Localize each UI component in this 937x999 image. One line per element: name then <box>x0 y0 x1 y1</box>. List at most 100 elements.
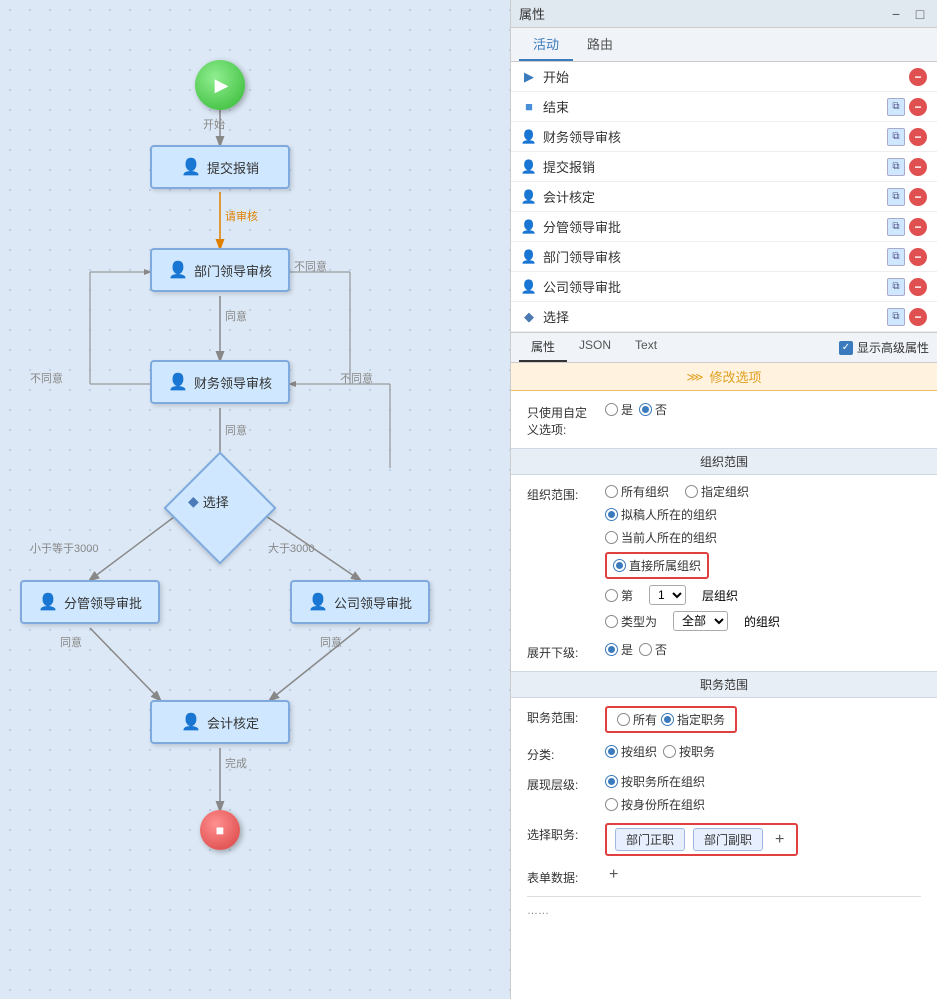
delete-finance-review-button[interactable]: − <box>909 128 927 146</box>
draft-org-radio[interactable] <box>605 508 618 521</box>
copy-dept-review-button[interactable]: ⧉ <box>887 248 905 266</box>
finance-review-icon: 👤 <box>168 372 188 392</box>
expand-no-option[interactable]: 否 <box>639 641 667 658</box>
level-suffix: 层组织 <box>702 587 738 604</box>
agree-label-2: 同意 <box>225 422 247 438</box>
bottom-area: …… <box>527 896 921 925</box>
show-advanced-checkbox[interactable]: ✓ <box>839 341 853 355</box>
category-by-job-option[interactable]: 按职务 <box>663 743 715 760</box>
copy-company-approve-button[interactable]: ⧉ <box>887 278 905 296</box>
custom-options-controls: 是 否 <box>605 401 667 418</box>
all-org-radio[interactable] <box>605 485 618 498</box>
company-approve-node[interactable]: 👤 公司领导审批 <box>290 580 430 624</box>
job-tag-dept-deputy[interactable]: 部门副职 <box>693 828 763 851</box>
display-by-job-org-radio[interactable] <box>605 775 618 788</box>
edit-options-label[interactable]: 修改选项 <box>710 367 762 386</box>
level-org-option[interactable]: 第 <box>605 587 633 604</box>
activity-accounting-left: 👤 会计核定 <box>521 187 595 206</box>
direct-subordinate-highlight: 直接所属组织 <box>605 552 709 579</box>
type-org-option[interactable]: 类型为 <box>605 613 657 630</box>
copy-dept-approve-button[interactable]: ⧉ <box>887 218 905 236</box>
current-org-radio[interactable] <box>605 531 618 544</box>
delete-end-button[interactable]: − <box>909 98 927 116</box>
add-job-button[interactable]: + <box>771 831 788 849</box>
type-org-radio[interactable] <box>605 615 618 628</box>
activity-item-dept-review[interactable]: 👤 部门领导审核 ⧉ − <box>511 242 937 272</box>
properties-header: 属性 − □ <box>511 0 937 28</box>
category-by-org-radio[interactable] <box>605 745 618 758</box>
display-by-identity-org-radio[interactable] <box>605 798 618 811</box>
form-content: 只使用自定 义选项: 是 否 组织范围 组织范围: <box>511 391 937 999</box>
start-node[interactable] <box>195 60 245 110</box>
expand-no-radio[interactable] <box>639 643 652 656</box>
specified-org-radio[interactable] <box>685 485 698 498</box>
activity-item-select[interactable]: ◆ 选择 ⧉ − <box>511 302 937 332</box>
direct-subordinate-radio[interactable] <box>613 559 626 572</box>
tab-properties[interactable]: 属性 <box>519 333 567 362</box>
dept-review-node[interactable]: 👤 部门领导审核 <box>150 248 290 292</box>
activity-item-accounting[interactable]: 👤 会计核定 ⧉ − <box>511 182 937 212</box>
job-range-highlight: 所有 指定职务 <box>605 706 737 733</box>
delete-company-approve-button[interactable]: − <box>909 278 927 296</box>
dept-approve-node[interactable]: 👤 分管领导审批 <box>20 580 160 624</box>
activity-item-finance-review[interactable]: 👤 财务领导审核 ⧉ − <box>511 122 937 152</box>
restore-button[interactable]: □ <box>911 5 929 23</box>
category-by-job-radio[interactable] <box>663 745 676 758</box>
show-advanced-label: 显示高级属性 <box>857 339 929 356</box>
activity-item-end[interactable]: ■ 结束 ⧉ − <box>511 92 937 122</box>
custom-yes-option[interactable]: 是 <box>605 401 633 418</box>
select-diamond-container[interactable]: ◆ 选择 <box>180 468 260 548</box>
finance-review-node[interactable]: 👤 财务领导审核 <box>150 360 290 404</box>
job-specified-radio[interactable] <box>661 713 674 726</box>
copy-end-button[interactable]: ⧉ <box>887 98 905 116</box>
activity-end-icon: ■ <box>521 99 537 115</box>
category-by-org-option[interactable]: 按组织 <box>605 743 657 760</box>
custom-no-radio[interactable] <box>639 403 652 416</box>
job-tag-dept-lead[interactable]: 部门正职 <box>615 828 685 851</box>
add-form-data-button[interactable]: + <box>605 866 622 884</box>
level-org-radio[interactable] <box>605 589 618 602</box>
show-advanced-toggle[interactable]: ✓ 显示高级属性 <box>839 339 929 356</box>
custom-yes-radio[interactable] <box>605 403 618 416</box>
copy-finance-review-button[interactable]: ⧉ <box>887 128 905 146</box>
copy-submit-button[interactable]: ⧉ <box>887 158 905 176</box>
activity-item-start[interactable]: ▶ 开始 − <box>511 62 937 92</box>
display-by-identity-org-option[interactable]: 按身份所在组织 <box>605 796 705 813</box>
delete-dept-approve-button[interactable]: − <box>909 218 927 236</box>
copy-select-button[interactable]: ⧉ <box>887 308 905 326</box>
activity-item-company-approve[interactable]: 👤 公司领导审批 ⧉ − <box>511 272 937 302</box>
activity-start-left: ▶ 开始 <box>521 67 569 86</box>
delete-submit-button[interactable]: − <box>909 158 927 176</box>
accounting-node[interactable]: 👤 会计核定 <box>150 700 290 744</box>
minimize-button[interactable]: − <box>887 5 905 23</box>
activity-item-submit[interactable]: 👤 提交报销 ⧉ − <box>511 152 937 182</box>
expand-yes-radio[interactable] <box>605 643 618 656</box>
tab-activity[interactable]: 活动 <box>519 28 573 61</box>
job-all-option[interactable]: 所有 <box>617 711 657 728</box>
job-specified-option[interactable]: 指定职务 <box>661 711 725 728</box>
copy-accounting-button[interactable]: ⧉ <box>887 188 905 206</box>
tab-route[interactable]: 路由 <box>573 28 627 61</box>
draft-org-option[interactable]: 拟稿人所在的组织 <box>605 506 717 523</box>
expand-yes-option[interactable]: 是 <box>605 641 633 658</box>
submit-node[interactable]: 👤 提交报销 <box>150 145 290 189</box>
all-org-option[interactable]: 所有组织 <box>605 483 669 500</box>
job-range-controls: 所有 指定职务 <box>605 706 737 733</box>
category-row: 分类: 按组织 按职务 <box>527 743 921 763</box>
activity-item-dept-approve[interactable]: 👤 分管领导审批 ⧉ − <box>511 212 937 242</box>
tab-text[interactable]: Text <box>623 333 669 362</box>
direct-subordinate-option[interactable]: 直接所属组织 <box>613 557 701 574</box>
delete-start-button[interactable]: − <box>909 68 927 86</box>
delete-accounting-button[interactable]: − <box>909 188 927 206</box>
job-all-radio[interactable] <box>617 713 630 726</box>
tab-json[interactable]: JSON <box>567 333 623 362</box>
delete-select-button[interactable]: − <box>909 308 927 326</box>
type-select[interactable]: 全部 <box>673 611 728 631</box>
current-org-option[interactable]: 当前人所在的组织 <box>605 529 717 546</box>
display-by-job-org-option[interactable]: 按职务所在组织 <box>605 773 705 790</box>
level-select[interactable]: 1 <box>649 585 686 605</box>
custom-no-option[interactable]: 否 <box>639 401 667 418</box>
end-node[interactable] <box>200 810 240 850</box>
delete-dept-review-button[interactable]: − <box>909 248 927 266</box>
specified-org-option[interactable]: 指定组织 <box>685 483 749 500</box>
